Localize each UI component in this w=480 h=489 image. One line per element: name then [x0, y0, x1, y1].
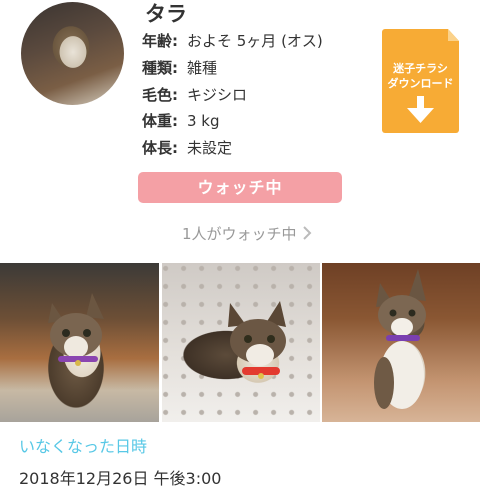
info-value: 3 kg — [187, 112, 220, 130]
info-key: 毛色: — [142, 86, 178, 104]
info-row-weight: 体重: 3 kg — [142, 110, 220, 131]
pet-photo-3[interactable] — [322, 263, 480, 422]
flyer-label-line2: ダウンロード — [387, 77, 454, 90]
flyer-label-line1: 迷子チラシ — [393, 62, 448, 75]
info-key: 体重: — [142, 112, 178, 130]
info-row-length: 体長: 未設定 — [142, 137, 232, 158]
pet-photo-2[interactable] — [162, 263, 320, 422]
info-row-age: 年齢: およそ 5ヶ月 (オス) — [142, 30, 323, 51]
info-value: 未設定 — [187, 139, 233, 157]
chevron-right-icon — [303, 226, 312, 240]
cat-illustration — [374, 269, 426, 409]
watch-button[interactable]: ウォッチ中 — [138, 172, 342, 203]
missing-datetime-value: 2018年12月26日 午後3:00 — [19, 469, 222, 488]
pet-photo-1[interactable] — [0, 263, 159, 422]
info-key: 種類: — [142, 59, 178, 77]
info-key: 年齢: — [142, 32, 178, 50]
missing-datetime-heading: いなくなった日時 — [19, 437, 148, 456]
info-key: 体長: — [142, 139, 178, 157]
pet-avatar[interactable] — [21, 2, 124, 105]
cat-illustration — [48, 293, 104, 366]
info-row-breed: 種類: 雑種 — [142, 57, 217, 78]
page-fold-icon — [448, 29, 459, 41]
down-arrow-icon — [407, 96, 434, 123]
info-value: およそ 5ヶ月 (オス) — [187, 32, 323, 50]
pet-name: タラ — [145, 2, 187, 26]
info-value: キジシロ — [187, 86, 248, 104]
info-row-coat: 毛色: キジシロ — [142, 84, 247, 105]
watch-count-link[interactable]: 1人がウォッチ中 — [182, 223, 297, 244]
cat-illustration — [228, 301, 286, 379]
info-value: 雑種 — [187, 59, 218, 77]
